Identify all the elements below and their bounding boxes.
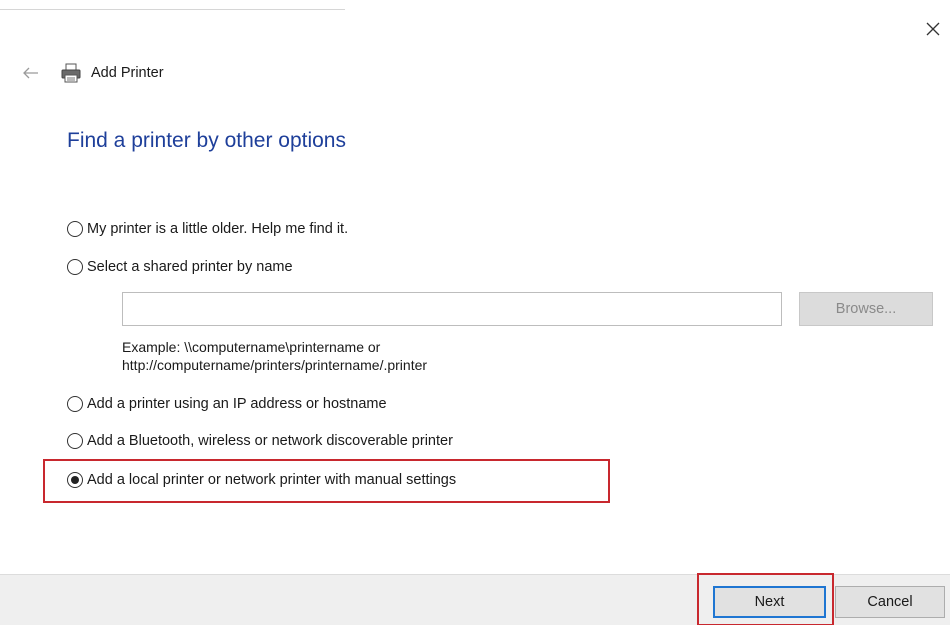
option-bluetooth-wireless[interactable]: Add a Bluetooth, wireless or network dis… (67, 433, 453, 449)
example-line-1: Example: \\computername\printername or (122, 339, 381, 355)
option-ip-address[interactable]: Add a printer using an IP address or hos… (67, 396, 387, 412)
highlight-box-local-printer (43, 459, 610, 503)
example-line-2: http://computername/printers/printername… (122, 357, 428, 373)
close-icon (926, 22, 940, 36)
cancel-button[interactable]: Cancel (835, 586, 945, 618)
option-ip-address-label: Add a printer using an IP address or hos… (87, 396, 387, 412)
option-shared-printer-label: Select a shared printer by name (87, 259, 293, 275)
window-titlebar: Add Printer (20, 60, 164, 86)
example-text: Example: \\computername\printername or h… (122, 338, 427, 374)
browse-button[interactable]: Browse... (799, 292, 933, 326)
shared-printer-name-input[interactable] (122, 292, 782, 326)
back-button[interactable] (20, 62, 42, 84)
close-button[interactable] (922, 18, 944, 40)
radio-bluetooth-wireless[interactable] (67, 433, 83, 449)
window-title: Add Printer (91, 65, 164, 81)
option-shared-printer[interactable]: Select a shared printer by name (67, 259, 293, 275)
radio-shared-printer[interactable] (67, 259, 83, 275)
highlight-box-next (697, 573, 834, 625)
option-bluetooth-wireless-label: Add a Bluetooth, wireless or network dis… (87, 433, 453, 449)
radio-ip-address[interactable] (67, 396, 83, 412)
printer-icon (61, 63, 81, 83)
page-heading: Find a printer by other options (67, 129, 346, 152)
back-arrow-icon (23, 67, 38, 79)
radio-older-printer[interactable] (67, 221, 83, 237)
top-divider (0, 9, 345, 10)
option-older-printer-label: My printer is a little older. Help me fi… (87, 221, 349, 237)
option-older-printer[interactable]: My printer is a little older. Help me fi… (67, 221, 348, 237)
